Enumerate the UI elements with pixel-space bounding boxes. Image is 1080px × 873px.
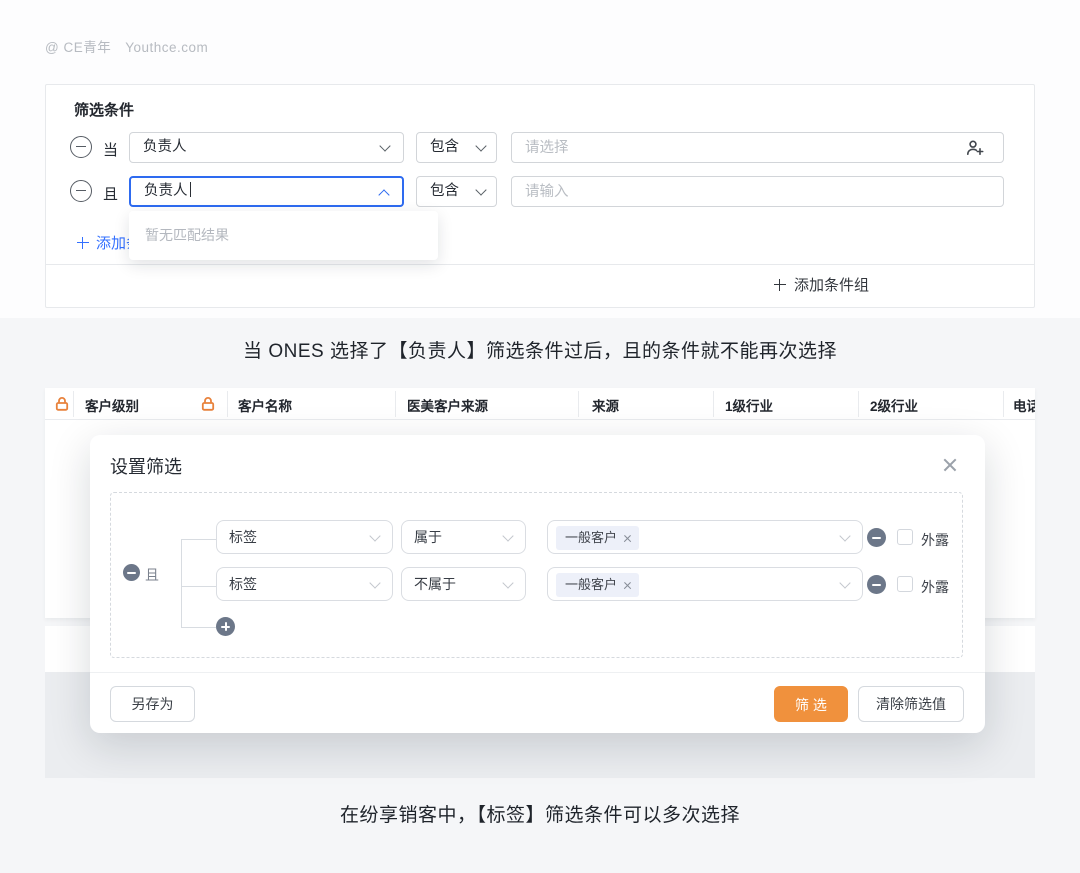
value-tag-label: 一般客户 xyxy=(565,577,617,592)
caption-ones: 当 ONES 选择了【负责人】筛选条件过后，且的条件就不能再次选择 xyxy=(0,336,1080,363)
chevron-down-icon xyxy=(839,577,850,588)
operator-select[interactable]: 属于 xyxy=(401,520,526,554)
expose-checkbox[interactable] xyxy=(897,576,913,592)
value-text-input[interactable] xyxy=(511,176,1004,207)
tree-connector xyxy=(181,627,216,628)
remove-group-icon[interactable] xyxy=(123,564,140,581)
field-select[interactable]: 标签 xyxy=(216,520,393,554)
operator-select[interactable]: 不属于 xyxy=(401,567,526,601)
filter-panel-title: 筛选条件 xyxy=(74,99,134,120)
plus-icon xyxy=(773,278,786,291)
watermark-site: Youthce.com xyxy=(125,40,208,55)
column-divider xyxy=(1003,391,1004,417)
caption-fxiaoke: 在纷享销客中，【标签】筛选条件可以多次选择 xyxy=(0,800,1080,827)
filter-settings-modal: 设置筛选 且 标签 属于 一般客户 xyxy=(90,435,985,733)
operator-select-value: 属于 xyxy=(414,529,442,545)
field-select[interactable]: 负责人 xyxy=(129,132,404,163)
column-header[interactable]: 客户级别 xyxy=(85,395,139,415)
plus-icon xyxy=(76,236,89,249)
group-connector-label: 且 xyxy=(145,565,159,585)
field-select-value: 标签 xyxy=(229,576,257,592)
text-caret xyxy=(190,182,192,197)
value-tag-chip[interactable]: 一般客户 xyxy=(556,526,639,550)
field-select-value: 负责人 xyxy=(144,183,188,199)
add-row-icon[interactable] xyxy=(216,617,235,636)
connector-label-when: 当 xyxy=(103,139,118,160)
column-header[interactable]: 电话 xyxy=(1013,395,1035,415)
remove-row-icon[interactable] xyxy=(867,528,886,547)
chevron-down-icon xyxy=(475,184,486,195)
remove-condition-icon[interactable] xyxy=(70,136,92,158)
add-condition-group-button[interactable]: 添加条件组 xyxy=(773,274,869,295)
chevron-down-icon xyxy=(379,140,390,151)
ones-filter-panel: 筛选条件 当 负责人 包含 且 负责人 包含 xyxy=(45,84,1035,308)
filter-group-container: 且 标签 属于 一般客户 xyxy=(110,492,963,658)
tree-connector xyxy=(181,586,216,587)
remove-condition-icon[interactable] xyxy=(70,180,92,202)
field-select-value: 标签 xyxy=(229,529,257,545)
close-icon[interactable] xyxy=(941,456,959,474)
chevron-down-icon xyxy=(475,140,486,151)
column-header[interactable]: 医美客户来源 xyxy=(407,395,488,415)
filter-button[interactable]: 筛 选 xyxy=(774,686,848,722)
tree-connector xyxy=(181,539,216,540)
watermark-handle: @ CE青年 xyxy=(45,40,111,55)
operator-select[interactable]: 包含 xyxy=(416,176,497,207)
connector-label-and: 且 xyxy=(103,183,118,204)
expose-label: 外露 xyxy=(921,530,949,550)
operator-select-value: 包含 xyxy=(430,183,459,199)
field-select-value: 负责人 xyxy=(143,139,187,155)
chevron-down-icon xyxy=(502,577,513,588)
page: @ CE青年 Youthce.com 筛选条件 当 负责人 包含 且 负责人 xyxy=(0,0,1080,873)
remove-row-icon[interactable] xyxy=(867,575,886,594)
value-tag-chip[interactable]: 一般客户 xyxy=(556,573,639,597)
column-header[interactable]: 1级行业 xyxy=(725,395,773,415)
operator-select-value: 不属于 xyxy=(414,576,456,592)
column-header[interactable]: 客户名称 xyxy=(238,395,292,415)
operator-select[interactable]: 包含 xyxy=(416,132,497,163)
column-divider xyxy=(578,391,579,417)
column-divider xyxy=(713,391,714,417)
chevron-down-icon xyxy=(369,577,380,588)
clear-filter-button[interactable]: 清除筛选值 xyxy=(858,686,964,722)
chevron-down-icon xyxy=(839,530,850,541)
chevron-down-icon xyxy=(502,530,513,541)
panel-divider xyxy=(46,264,1034,265)
column-header[interactable]: 2级行业 xyxy=(870,395,918,415)
remove-tag-icon[interactable] xyxy=(623,534,632,543)
column-header[interactable]: 来源 xyxy=(592,395,619,415)
column-divider xyxy=(227,391,228,417)
remove-tag-icon[interactable] xyxy=(623,581,632,590)
expose-label: 外露 xyxy=(921,577,949,597)
value-tag-label: 一般客户 xyxy=(565,530,617,545)
value-multiselect[interactable]: 一般客户 xyxy=(547,520,863,554)
field-select-dropdown: 暂无匹配结果 xyxy=(129,211,438,260)
person-add-icon[interactable] xyxy=(966,139,1022,162)
tree-connector xyxy=(181,539,182,627)
column-divider xyxy=(858,391,859,417)
watermark: @ CE青年 Youthce.com xyxy=(45,36,222,56)
field-select-focused[interactable]: 负责人 xyxy=(129,176,404,207)
field-select[interactable]: 标签 xyxy=(216,567,393,601)
lock-icon[interactable] xyxy=(54,396,70,417)
crm-table-header: 客户级别 客户名称 医美客户来源 来源 1级行业 2级行业 电话 xyxy=(45,388,1035,420)
operator-select-value: 包含 xyxy=(430,139,459,155)
modal-title: 设置筛选 xyxy=(110,453,182,479)
value-select-input[interactable] xyxy=(511,132,1004,163)
modal-footer: 另存为 筛 选 清除筛选值 xyxy=(90,672,985,733)
value-multiselect[interactable]: 一般客户 xyxy=(547,567,863,601)
expose-checkbox[interactable] xyxy=(897,529,913,545)
chevron-down-icon xyxy=(369,530,380,541)
save-as-button[interactable]: 另存为 xyxy=(110,686,195,722)
column-divider xyxy=(73,391,74,417)
add-condition-group-label: 添加条件组 xyxy=(794,274,869,295)
chevron-up-icon xyxy=(378,189,389,200)
lock-icon[interactable] xyxy=(200,396,216,417)
column-divider xyxy=(395,391,396,417)
dropdown-empty-state: 暂无匹配结果 xyxy=(129,211,438,260)
